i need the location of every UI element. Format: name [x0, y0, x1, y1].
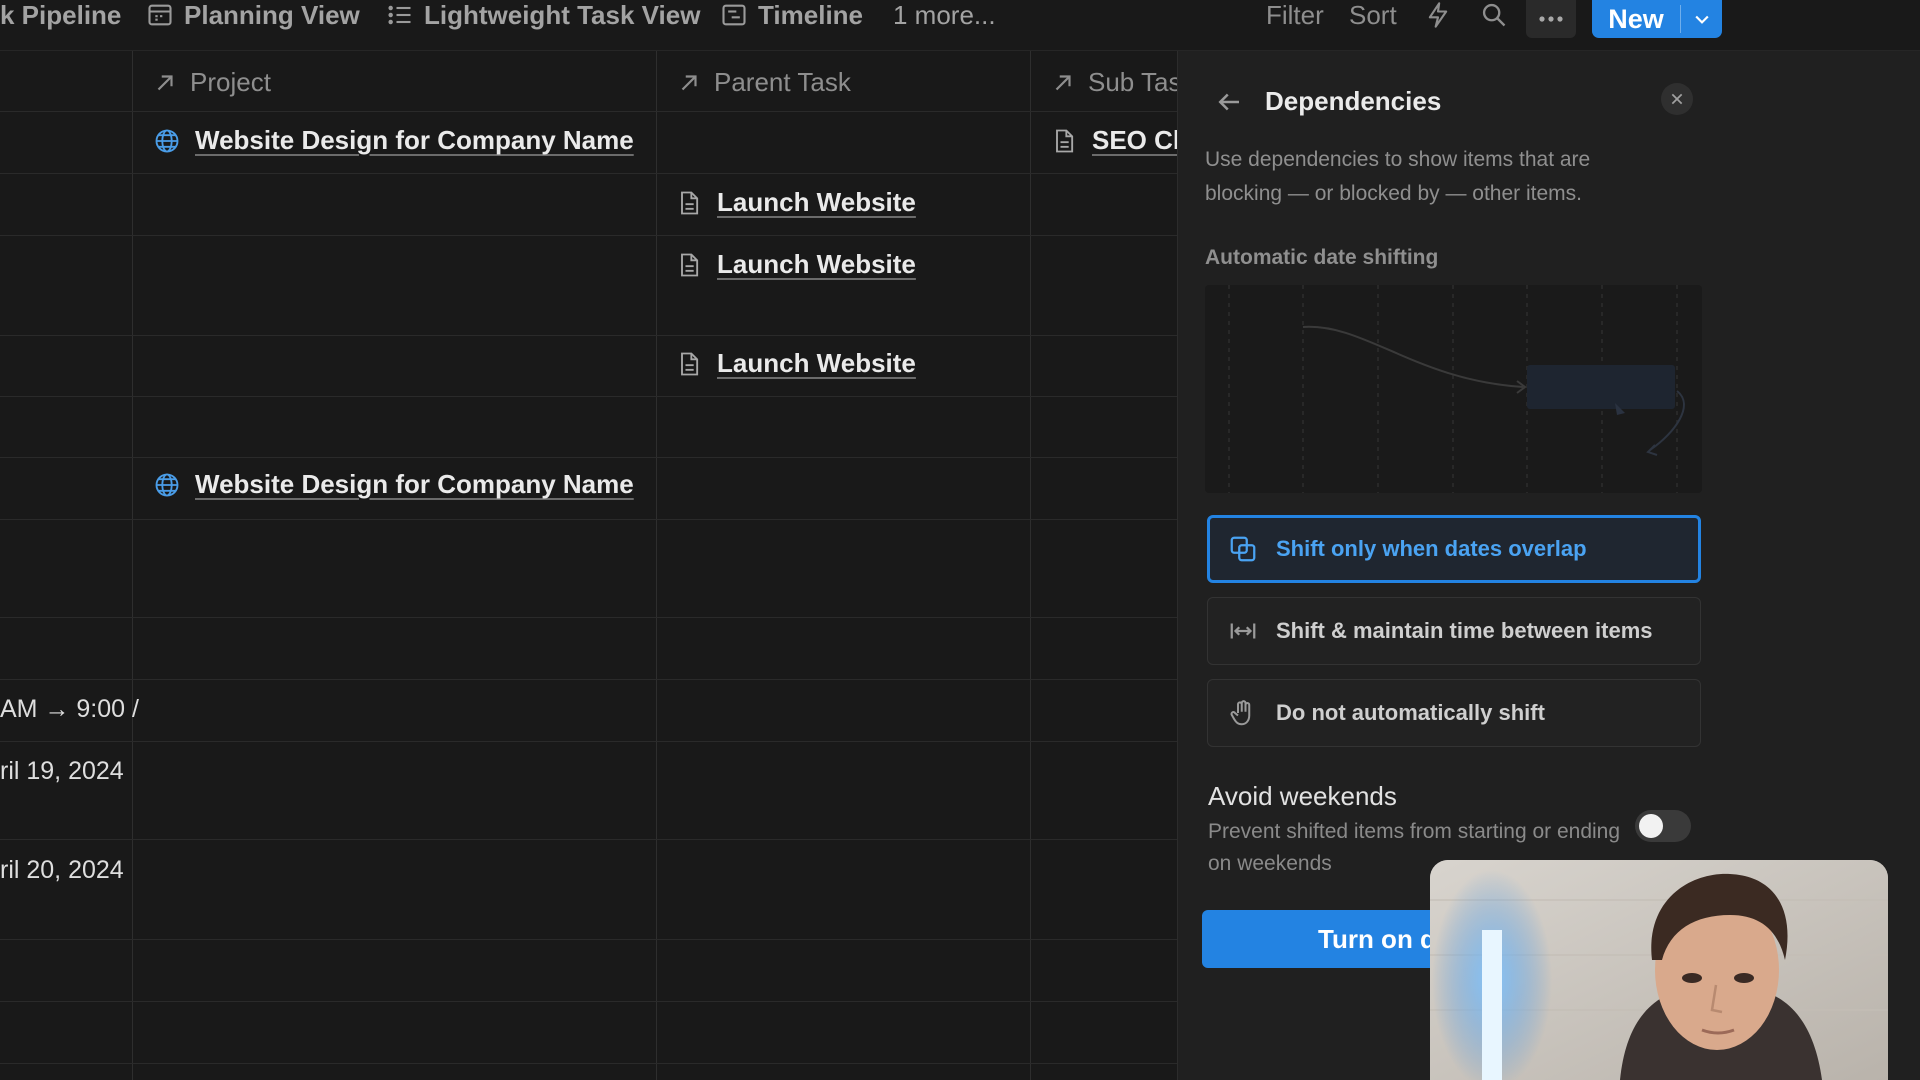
row-divider [0, 617, 1177, 618]
column-header-parent-task[interactable]: Parent Task [676, 67, 851, 98]
ellipsis-icon [1537, 14, 1565, 24]
row-divider [0, 457, 1177, 458]
sort-button[interactable]: Sort [1349, 0, 1397, 30]
close-button[interactable] [1661, 83, 1693, 115]
tab-label: k Pipeline [0, 0, 122, 30]
arrows-between-icon [1228, 616, 1258, 646]
row-divider [0, 235, 1177, 236]
toggle-knob [1639, 814, 1663, 838]
back-arrow-icon[interactable] [1214, 87, 1244, 117]
tab-planning-view[interactable]: Planning View [146, 0, 360, 30]
project-name: Website Design for Company Name [195, 125, 634, 155]
view-tabs-bar: k Pipeline Planning View Lightweight Tas… [0, 0, 1920, 51]
calendar-icon [146, 1, 174, 29]
project-link[interactable]: Website Design for Company Name [153, 125, 634, 156]
overlap-icon [1228, 534, 1258, 564]
sub-task-name: SEO Ch [1092, 125, 1189, 155]
relation-arrow-icon [1050, 70, 1076, 96]
project-name: Website Design for Company Name [195, 469, 634, 499]
row-divider [0, 519, 1177, 520]
new-button-label: New [1608, 3, 1664, 34]
column-divider [132, 51, 133, 1080]
automation-button[interactable] [1424, 0, 1452, 30]
relation-arrow-icon [152, 70, 178, 96]
column-header-project[interactable]: Project [152, 67, 271, 98]
tab-lightweight-task-view[interactable]: Lightweight Task View [386, 0, 700, 30]
avoid-weekends-toggle[interactable] [1635, 810, 1691, 842]
tab-more[interactable]: 1 more... [893, 0, 996, 30]
new-button[interactable]: New [1592, 0, 1722, 38]
filter-button[interactable]: Filter [1266, 0, 1324, 30]
project-link[interactable]: Website Design for Company Name [153, 469, 634, 500]
column-header-label: Project [190, 67, 271, 97]
chevron-down-icon[interactable] [1681, 9, 1722, 29]
row-divider [0, 1001, 1177, 1002]
row-divider [0, 173, 1177, 174]
globe-icon [153, 471, 181, 499]
column-divider [656, 51, 657, 1080]
page-icon [675, 251, 703, 279]
avoid-weekends-title: Avoid weekends [1208, 781, 1397, 811]
parent-task-link[interactable]: Launch Website [675, 249, 916, 280]
parent-task-name: Launch Website [717, 249, 916, 279]
column-header-label: Parent Task [714, 67, 851, 97]
tab-timeline[interactable]: Timeline [720, 0, 863, 30]
search-button[interactable] [1480, 0, 1508, 30]
panel-title: Dependencies [1265, 86, 1442, 116]
date-cell[interactable]: AM → 9:00 / [0, 695, 139, 724]
sort-label: Sort [1349, 0, 1397, 30]
panel-description: Use dependencies to show items that are … [1205, 148, 1591, 205]
database-table: Project Parent Task Sub Tas Website Desi… [0, 51, 1189, 1080]
option-label: Shift only when dates overlap [1276, 536, 1587, 561]
relation-arrow-icon [676, 70, 702, 96]
tab-label: Planning View [184, 0, 360, 30]
close-icon [1669, 91, 1685, 107]
presenter-video [1430, 860, 1888, 1080]
page-icon [675, 350, 703, 378]
globe-icon [153, 127, 181, 155]
date-cell[interactable]: ril 19, 2024 [0, 757, 124, 786]
page-icon [1050, 127, 1078, 155]
tab-label: Lightweight Task View [424, 0, 701, 30]
row-divider [0, 396, 1177, 397]
date-shifting-illustration [1205, 285, 1702, 493]
parent-task-name: Launch Website [717, 348, 916, 378]
timeline-icon [720, 1, 748, 29]
option-shift-maintain-time[interactable]: Shift & maintain time between items [1207, 597, 1701, 665]
option-label: Do not automatically shift [1276, 700, 1545, 725]
row-divider [0, 839, 1177, 840]
row-divider [0, 335, 1177, 336]
option-do-not-shift[interactable]: Do not automatically shift [1207, 679, 1701, 747]
row-divider [0, 111, 1177, 112]
webcam-overlay [1430, 860, 1888, 1080]
hand-icon [1228, 698, 1258, 728]
turn-on-label: Turn on d [1318, 923, 1436, 954]
date-shifting-heading: Automatic date shifting [1205, 246, 1439, 269]
row-divider [0, 1063, 1177, 1064]
column-header-label: Sub Tas [1088, 67, 1182, 97]
filter-label: Filter [1266, 0, 1324, 30]
lightning-icon [1424, 1, 1452, 29]
parent-task-link[interactable]: Launch Website [675, 348, 916, 379]
parent-task-link[interactable]: Launch Website [675, 187, 916, 218]
date-cell[interactable]: ril 20, 2024 [0, 856, 124, 885]
column-header-sub-task[interactable]: Sub Tas [1050, 67, 1181, 98]
parent-task-name: Launch Website [717, 187, 916, 217]
column-divider [1030, 51, 1031, 1080]
list-icon [386, 1, 414, 29]
option-shift-when-overlap[interactable]: Shift only when dates overlap [1207, 515, 1701, 583]
sub-task-link[interactable]: SEO Ch [1050, 125, 1189, 156]
more-tabs-label: 1 more... [893, 0, 996, 30]
more-options-button[interactable] [1526, 0, 1576, 38]
timeline-illustration-graphic [1228, 285, 1685, 493]
row-divider [0, 741, 1177, 742]
search-icon [1480, 1, 1508, 29]
page-icon [675, 189, 703, 217]
tab-pipeline[interactable]: k Pipeline [0, 0, 121, 30]
tab-label: Timeline [758, 0, 864, 30]
row-divider [0, 679, 1177, 680]
row-divider [0, 939, 1177, 940]
option-label: Shift & maintain time between items [1276, 618, 1653, 643]
